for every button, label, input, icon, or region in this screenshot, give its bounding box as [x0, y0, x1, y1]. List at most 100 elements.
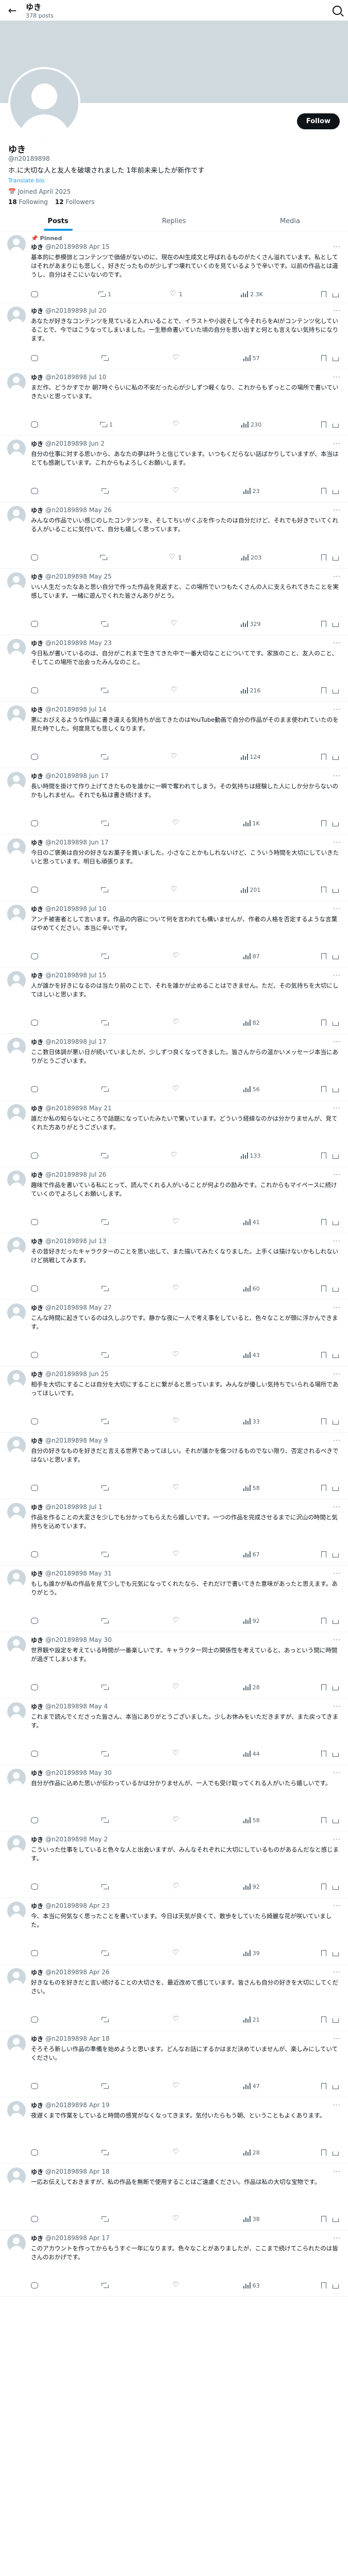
repost-button[interactable] [102, 1751, 111, 1757]
tweet-author-name[interactable]: ゆき [31, 772, 43, 781]
tweet-avatar[interactable] [7, 505, 26, 524]
tweet-date[interactable]: Jul 10 [89, 905, 107, 912]
repost-button[interactable] [102, 488, 111, 495]
tweet-date[interactable]: May 30 [89, 1636, 112, 1643]
tweet-author-handle[interactable]: @n20189898 [45, 772, 87, 779]
share-icon[interactable] [333, 1420, 339, 1425]
tweet-date[interactable]: Apr 26 [89, 1969, 110, 1976]
bookmark-icon[interactable] [321, 1950, 326, 1956]
like-button[interactable] [173, 1616, 182, 1624]
share-icon[interactable] [333, 1819, 339, 1823]
more-options-icon[interactable]: ··· [334, 1969, 341, 1976]
tweet-author-handle[interactable]: @n20189898 [45, 1105, 87, 1112]
tweet[interactable]: ゆき @n20189898 May 21 ··· 誰だか私の知らないところで話題になって… [0, 1100, 348, 1167]
more-options-icon[interactable]: ··· [334, 374, 341, 381]
tweet-date[interactable]: Jul 15 [89, 972, 107, 979]
tweet-author-handle[interactable]: @n20189898 [45, 1902, 87, 1909]
tweet[interactable]: ゆき @n20189898 Jul 26 ··· 趣味で作品を書いている私にとって、読ん… [0, 1167, 348, 1233]
tweet-author-handle[interactable]: @n20189898 [45, 2035, 87, 2042]
more-options-icon[interactable]: ··· [334, 639, 341, 647]
tab-posts[interactable]: Posts [0, 211, 116, 231]
bookmark-icon[interactable] [321, 487, 326, 494]
like-button[interactable] [173, 1683, 182, 1691]
tweet-avatar[interactable] [7, 572, 26, 591]
tweet[interactable]: ゆき @n20189898 Jun 17 ··· 今日のご褒美は自分の好きなお菓子を買い… [0, 835, 348, 901]
repost-button[interactable] [102, 820, 111, 827]
tweet-date[interactable]: May 4 [89, 1703, 108, 1710]
tweet-author-handle[interactable]: @n20189898 [45, 243, 87, 250]
views-button[interactable]: 28 [243, 2149, 260, 2156]
views-button[interactable]: 58 [243, 1817, 260, 1824]
views-button[interactable]: 44 [243, 1751, 260, 1757]
like-button[interactable] [173, 1882, 182, 1890]
tweet[interactable]: ゆき @n20189898 Apr 18 ··· 一応お伝えしておきますが、私の作品を無… [0, 2164, 348, 2230]
more-options-icon[interactable]: ··· [334, 243, 341, 250]
repost-button[interactable] [102, 1618, 111, 1624]
like-button[interactable] [173, 1350, 182, 1359]
reply-button[interactable] [31, 1751, 40, 1757]
tweet-avatar[interactable] [7, 1635, 26, 1654]
share-icon[interactable] [333, 1686, 339, 1690]
tweet-date[interactable]: Jul 17 [89, 1038, 107, 1045]
tweet-author-name[interactable]: ゆき [31, 307, 43, 315]
bookmark-icon[interactable] [321, 1152, 326, 1159]
reply-button[interactable] [31, 754, 40, 760]
bookmark-icon[interactable] [321, 2149, 326, 2156]
share-icon[interactable] [333, 1486, 339, 1491]
like-button[interactable] [173, 486, 182, 495]
repost-button[interactable] [102, 2282, 111, 2289]
bookmark-icon[interactable] [321, 1418, 326, 1425]
views-button[interactable]: 28 [243, 1684, 260, 1691]
repost-button[interactable] [102, 1285, 111, 1292]
tweet-author-handle[interactable]: @n20189898 [45, 374, 87, 381]
tweet-avatar[interactable] [7, 439, 26, 458]
like-button[interactable] [172, 819, 181, 827]
tweet[interactable]: ゆき @n20189898 Jul 10 ··· まだ作、どうかすでか 朝7時ぐらいに私… [0, 369, 348, 436]
tweet-author-name[interactable]: ゆき [31, 1237, 43, 1246]
tweet-author-name[interactable]: ゆき [31, 1104, 43, 1113]
more-options-icon[interactable]: ··· [334, 1171, 341, 1178]
reply-button[interactable] [31, 554, 40, 561]
tweet-author-name[interactable]: ゆき [31, 2101, 43, 2110]
bookmark-icon[interactable] [321, 1551, 326, 1557]
share-icon[interactable] [333, 2217, 339, 2222]
tweet[interactable]: ゆき @n20189898 May 31 ··· もしも誰かが私の作品を見て少しでも元気… [0, 1566, 348, 1632]
tweet[interactable]: ゆき @n20189898 May 23 ··· 今日私が書いているのは、自分がこれまで… [0, 635, 348, 702]
like-button[interactable] [171, 1151, 180, 1159]
views-button[interactable]: 1K [243, 820, 260, 827]
tweet-author-name[interactable]: ゆき [31, 572, 43, 581]
like-button[interactable] [173, 2015, 182, 2023]
tweet-author-handle[interactable]: @n20189898 [45, 1437, 87, 1444]
views-button[interactable]: 60 [243, 1285, 260, 1292]
tweet-author-handle[interactable]: @n20189898 [45, 1769, 87, 1776]
tweet-date[interactable]: Apr 18 [89, 2168, 110, 2175]
like-button[interactable] [171, 619, 180, 628]
repost-button[interactable] [102, 2083, 111, 2090]
bookmark-icon[interactable] [321, 886, 326, 893]
repost-button[interactable] [102, 1684, 111, 1691]
bookmark-icon[interactable] [321, 2082, 326, 2089]
tweet-author-handle[interactable]: @n20189898 [45, 639, 87, 647]
reply-button[interactable] [31, 355, 40, 362]
tweet-author-handle[interactable]: @n20189898 [45, 2234, 87, 2242]
tweet-avatar[interactable] [7, 2167, 26, 2186]
more-options-icon[interactable]: ··· [334, 1703, 341, 1710]
tweet-avatar[interactable] [7, 306, 26, 325]
like-button[interactable] [173, 1018, 182, 1026]
tweet-author-handle[interactable]: @n20189898 [45, 1038, 87, 1045]
more-options-icon[interactable]: ··· [334, 440, 341, 447]
share-icon[interactable] [332, 822, 339, 826]
tweet-avatar[interactable] [7, 1569, 26, 1588]
tweet-author-handle[interactable]: @n20189898 [45, 573, 87, 580]
like-button[interactable]: 1 [169, 553, 182, 561]
reply-button[interactable] [31, 1352, 40, 1359]
tweet-date[interactable]: May 30 [89, 1769, 112, 1776]
views-button[interactable]: 33 [243, 1418, 260, 1425]
tweet-avatar[interactable] [7, 1037, 26, 1056]
like-button[interactable] [173, 1483, 182, 1492]
tweet-avatar[interactable] [7, 838, 26, 857]
more-options-icon[interactable]: ··· [334, 2035, 341, 2042]
tweet-author-handle[interactable]: @n20189898 [45, 1703, 87, 1710]
more-options-icon[interactable]: ··· [334, 706, 341, 713]
tweet-date[interactable]: May 25 [89, 573, 112, 580]
